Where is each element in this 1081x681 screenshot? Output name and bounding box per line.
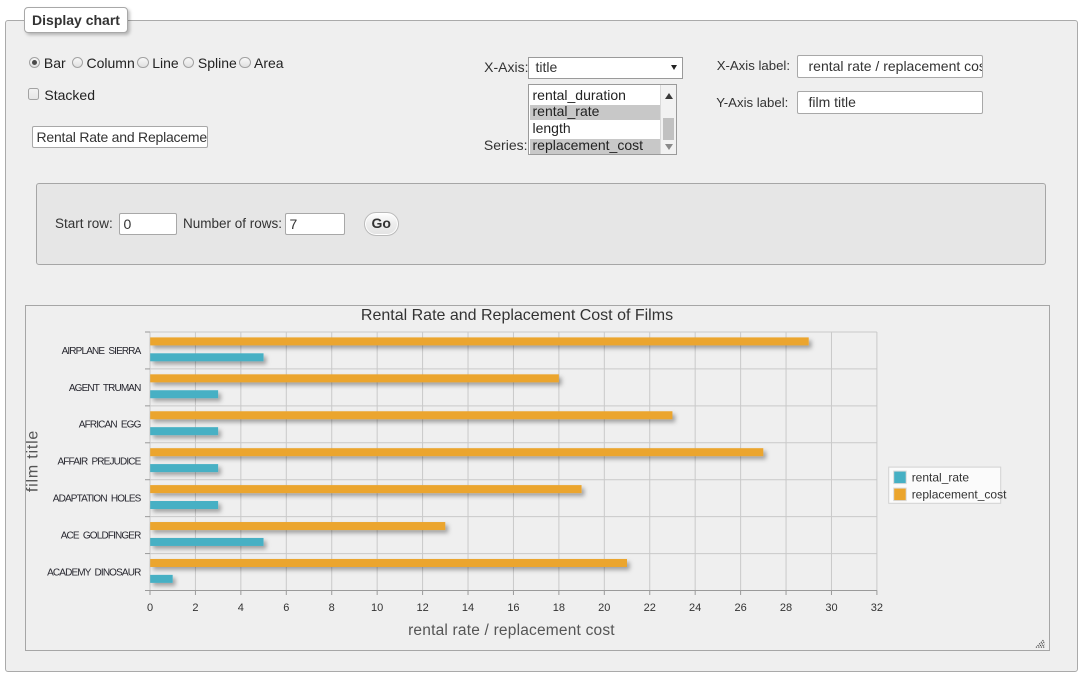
- svg-text:rental_rate: rental_rate: [911, 470, 969, 484]
- svg-text:4: 4: [237, 601, 243, 613]
- svg-text:AGENT TRUMAN: AGENT TRUMAN: [68, 382, 140, 393]
- svg-text:22: 22: [643, 601, 655, 613]
- svg-text:film title: film title: [25, 429, 42, 491]
- svg-text:24: 24: [689, 601, 701, 613]
- svg-text:replacement_cost: replacement_cost: [911, 487, 1006, 501]
- svg-text:32: 32: [870, 601, 882, 613]
- svg-text:12: 12: [416, 601, 428, 613]
- svg-text:30: 30: [825, 601, 837, 613]
- svg-text:26: 26: [734, 601, 746, 613]
- svg-text:14: 14: [461, 601, 473, 613]
- svg-text:rental rate / replacement cost: rental rate / replacement cost: [408, 622, 615, 639]
- svg-text:10: 10: [371, 601, 383, 613]
- svg-text:ACE GOLDFINGER: ACE GOLDFINGER: [60, 530, 140, 541]
- svg-text:Rental Rate and Replacement Co: Rental Rate and Replacement Cost of Film…: [360, 306, 672, 323]
- svg-text:6: 6: [283, 601, 289, 613]
- svg-text:AFRICAN EGG: AFRICAN EGG: [78, 419, 141, 430]
- svg-text:ACADEMY DINOSAUR: ACADEMY DINOSAUR: [47, 567, 141, 578]
- svg-text:AIRPLANE SIERRA: AIRPLANE SIERRA: [61, 345, 141, 356]
- svg-text:20: 20: [598, 601, 610, 613]
- svg-text:28: 28: [779, 601, 791, 613]
- svg-text:18: 18: [552, 601, 564, 613]
- svg-text:ADAPTATION HOLES: ADAPTATION HOLES: [52, 493, 141, 504]
- svg-text:2: 2: [192, 601, 198, 613]
- svg-text:0: 0: [146, 601, 152, 613]
- svg-text:AFFAIR PREJUDICE: AFFAIR PREJUDICE: [57, 456, 141, 467]
- svg-text:8: 8: [328, 601, 334, 613]
- svg-text:16: 16: [507, 601, 519, 613]
